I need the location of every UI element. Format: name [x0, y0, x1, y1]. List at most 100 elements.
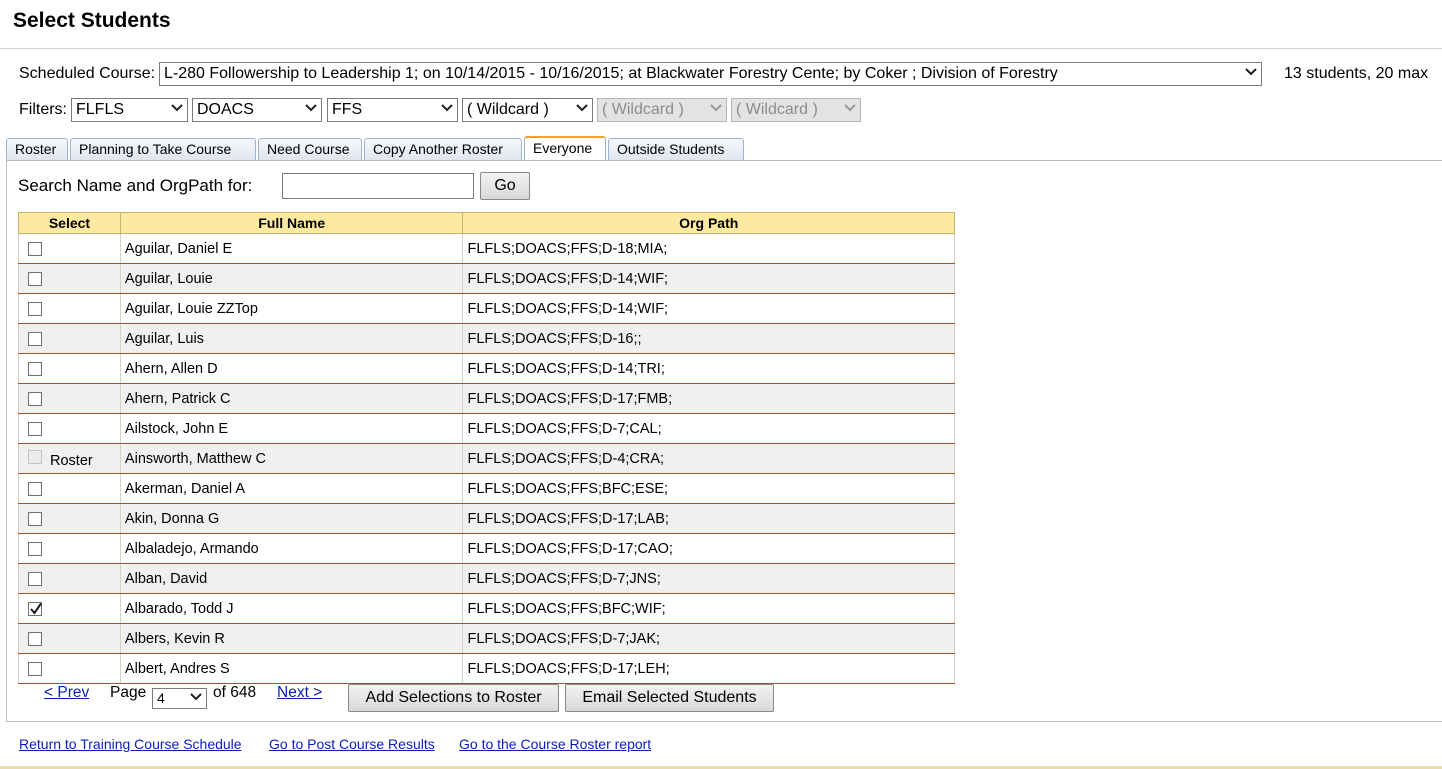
page-select-value: 4 — [157, 690, 165, 706]
org-path-cell: FLFLS;DOACS;FFS;D-14;TRI; — [462, 353, 955, 384]
filter-select-2-value: DOACS — [197, 101, 254, 118]
title-divider — [0, 48, 1442, 49]
row-select-checkbox[interactable] — [28, 301, 42, 316]
footer-link-wrap-1: Return to Training Course Schedule — [19, 736, 242, 752]
select-cell — [18, 293, 121, 324]
column-header-select[interactable]: Select — [18, 212, 121, 234]
table-row: Ahern, Allen D FLFLS;DOACS;FFS;D-14;TRI; — [18, 353, 955, 384]
select-cell — [18, 233, 121, 264]
row-select-checkbox[interactable] — [28, 241, 42, 256]
full-name-cell: Aguilar, Luis — [119, 323, 464, 354]
full-name-cell: Albers, Kevin R — [119, 623, 464, 654]
org-path-cell: FLFLS;DOACS;FFS;D-17;FMB; — [462, 383, 955, 414]
tab-need-course[interactable]: Need Course — [258, 138, 362, 160]
page-label: Page — [110, 684, 147, 701]
chevron-down-icon — [171, 103, 183, 113]
filter-select-6: ( Wildcard ) — [731, 98, 861, 122]
table-header-row: Select Full Name Org Path — [18, 212, 955, 234]
table-row: Aguilar, Daniel E FLFLS;DOACS;FFS;D-18;MI… — [18, 233, 955, 264]
post-course-results-link[interactable]: Go to Post Course Results — [269, 736, 435, 752]
full-name-cell: Ahern, Patrick C — [119, 383, 464, 414]
pager-prev-wrap: < Prev — [44, 684, 89, 702]
table-row: Aguilar, Louie FLFLS;DOACS;FFS;D-14;WIF; — [18, 263, 955, 294]
row-select-checkbox[interactable] — [28, 571, 42, 586]
tab-everyone[interactable]: Everyone — [524, 136, 606, 160]
row-select-checkbox[interactable] — [28, 391, 42, 406]
filter-select-3[interactable]: FFS — [327, 98, 458, 122]
chevron-down-icon — [190, 692, 202, 702]
tab-roster[interactable]: Roster — [6, 138, 68, 160]
select-cell — [18, 383, 121, 414]
row-select-checkbox[interactable] — [28, 541, 42, 556]
full-name-cell: Aguilar, Louie ZZTop — [119, 293, 464, 324]
search-label: Search Name and OrgPath for: — [18, 176, 253, 195]
table-row: Roster Ainsworth, Matthew C FLFLS;DOACS;FF… — [18, 443, 955, 474]
filters-label: Filters: — [19, 101, 67, 118]
row-select-checkbox[interactable] — [28, 481, 42, 496]
row-select-checkbox[interactable] — [28, 331, 42, 346]
roster-tag: Roster — [50, 452, 93, 469]
select-cell — [18, 593, 121, 624]
org-path-cell: FLFLS;DOACS;FFS;D-18;MIA; — [462, 233, 955, 264]
course-select[interactable]: L-280 Followership to Leadership 1; on 1… — [159, 62, 1262, 86]
org-path-cell: FLFLS;DOACS;FFS;D-14;WIF; — [462, 263, 955, 294]
tab-copy-another-roster[interactable]: Copy Another Roster — [364, 138, 522, 160]
filter-select-4-value: ( Wildcard ) — [467, 101, 549, 118]
table-row: Alban, David FLFLS;DOACS;FFS;D-7;JNS; — [18, 563, 955, 594]
add-selections-button[interactable]: Add Selections to Roster — [348, 684, 559, 712]
prev-page-link[interactable]: < Prev — [44, 684, 89, 701]
org-path-cell: FLFLS;DOACS;FFS;BFC;ESE; — [462, 473, 955, 504]
full-name-cell: Ahern, Allen D — [119, 353, 464, 384]
full-name-cell: Albert, Andres S — [119, 653, 464, 684]
org-path-cell: FLFLS;DOACS;FFS;D-17;LAB; — [462, 503, 955, 534]
full-name-cell: Ailstock, John E — [119, 413, 464, 444]
chevron-down-icon — [1245, 67, 1257, 77]
row-select-checkbox[interactable] — [28, 361, 42, 376]
page-title: Select Students — [13, 9, 171, 32]
column-header-full-name[interactable]: Full Name — [119, 212, 464, 234]
row-select-checkbox[interactable] — [28, 421, 42, 436]
full-name-cell: Albarado, Todd J — [119, 593, 464, 624]
return-to-schedule-link[interactable]: Return to Training Course Schedule — [19, 736, 242, 752]
row-select-checkbox[interactable] — [28, 661, 42, 676]
org-path-cell: FLFLS;DOACS;FFS;D-16;; — [462, 323, 955, 354]
course-roster-report-link[interactable]: Go to the Course Roster report — [459, 736, 651, 752]
chevron-down-icon — [305, 103, 317, 113]
select-cell: Roster — [18, 443, 121, 474]
full-name-cell: Albaladejo, Armando — [119, 533, 464, 564]
filter-select-2[interactable]: DOACS — [192, 98, 322, 122]
org-path-cell: FLFLS;DOACS;FFS;D-17;LEH; — [462, 653, 955, 684]
filter-select-1[interactable]: FLFLS — [71, 98, 188, 122]
filter-select-3-value: FFS — [332, 101, 363, 118]
table-row: Albers, Kevin R FLFLS;DOACS;FFS;D-7;JAK; — [18, 623, 955, 654]
row-select-checkbox[interactable] — [28, 271, 42, 286]
select-cell — [18, 353, 121, 384]
go-button[interactable]: Go — [480, 172, 530, 200]
filter-select-6-value: ( Wildcard ) — [736, 101, 818, 118]
course-select-value: L-280 Followership to Leadership 1; on 1… — [164, 65, 1058, 82]
pager-next-wrap: Next > — [277, 684, 322, 702]
select-cell — [18, 413, 121, 444]
select-cell — [18, 563, 121, 594]
column-header-org-path[interactable]: Org Path — [462, 212, 955, 234]
students-table: Select Full Name Org Path Aguilar, Danie… — [18, 212, 955, 684]
org-path-cell: FLFLS;DOACS;FFS;D-14;WIF; — [462, 293, 955, 324]
page-select[interactable]: 4 — [152, 688, 207, 709]
chevron-down-icon — [441, 103, 453, 113]
select-cell — [18, 263, 121, 294]
course-label: Scheduled Course: — [19, 65, 156, 82]
table-row: Ailstock, John E FLFLS;DOACS;FFS;D-7;CAL; — [18, 413, 955, 444]
course-capacity: 13 students, 20 max — [1284, 65, 1429, 82]
tab-outside-students[interactable]: Outside Students — [608, 138, 744, 160]
full-name-cell: Akerman, Daniel A — [119, 473, 464, 504]
next-page-link[interactable]: Next > — [277, 684, 322, 701]
row-select-checkbox[interactable] — [28, 631, 42, 646]
search-input[interactable] — [282, 173, 474, 199]
row-select-checkbox[interactable] — [28, 511, 42, 526]
row-select-checkbox[interactable] — [28, 601, 42, 616]
footer-link-wrap-3: Go to the Course Roster report — [459, 736, 651, 752]
email-selected-button[interactable]: Email Selected Students — [565, 684, 774, 712]
filter-select-5-value: ( Wildcard ) — [602, 101, 684, 118]
tab-planning-to-take-course[interactable]: Planning to Take Course — [70, 138, 256, 160]
filter-select-4[interactable]: ( Wildcard ) — [462, 98, 593, 122]
